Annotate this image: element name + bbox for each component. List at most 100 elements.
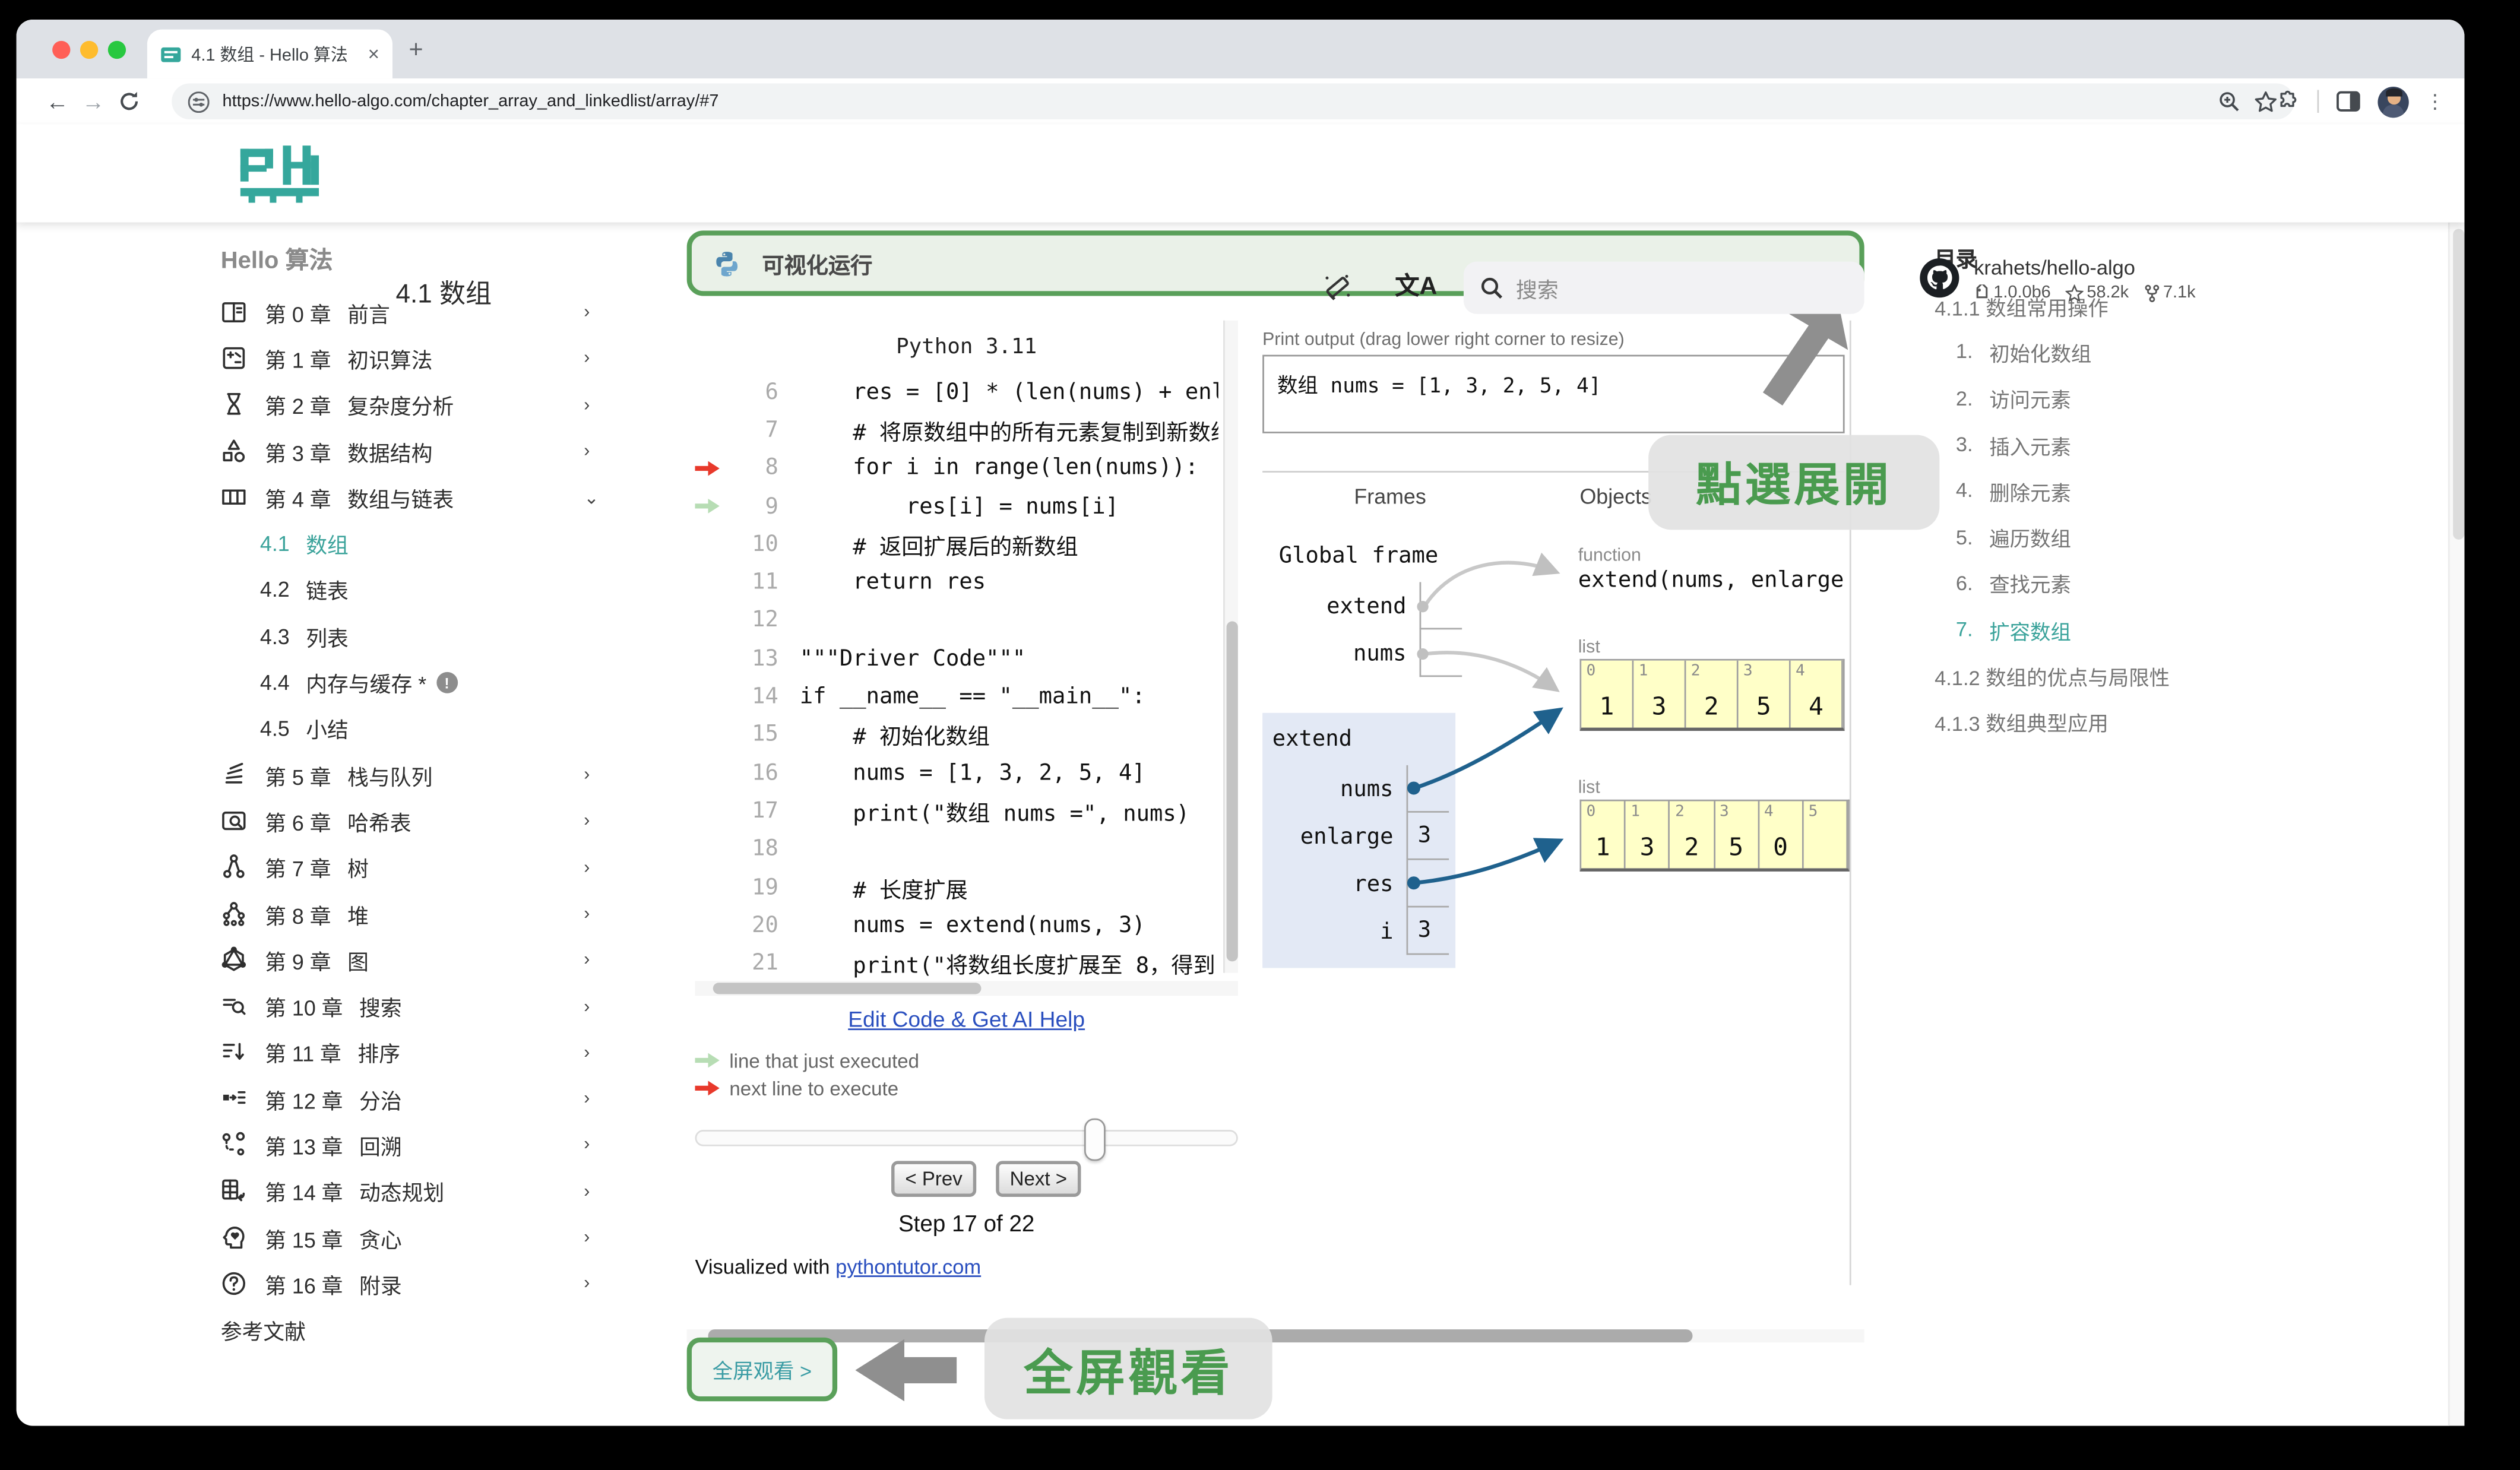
chevron-right-icon[interactable]: › [584, 303, 590, 322]
sidebar-chapter-第 6 章[interactable]: 第 6 章哈希表› [221, 799, 646, 845]
prev-button[interactable]: < Prev [891, 1161, 976, 1197]
github-stars: 58.2k [2066, 283, 2129, 302]
toc-item[interactable]: 2.访问元素 [1935, 375, 2262, 422]
sidebar-item-references[interactable]: 参考文献 [221, 1307, 646, 1354]
code-line: 21 print("将数组长度扩展至 8，得到 nums =", nums) [695, 944, 1218, 982]
nav-item-number: 4.3 [260, 624, 290, 648]
sidebar-item-4.1[interactable]: 4.1数组 [221, 521, 646, 567]
chevron-right-icon[interactable]: › [584, 395, 590, 415]
side-panel-icon[interactable] [2335, 88, 2361, 115]
translate-icon[interactable]: 文A [1395, 268, 1437, 303]
new-tab-button[interactable]: + [409, 36, 423, 64]
github-widget[interactable]: krahets/hello-algo 1.0.0b6 58.2k [1919, 256, 2196, 302]
tab-strip: 4.1 数组 - Hello 算法 × + [17, 20, 2465, 78]
maximize-window-button[interactable] [108, 41, 126, 59]
cell-value: 1 [1581, 692, 1632, 721]
tab-close-icon[interactable]: × [368, 43, 379, 66]
search-box[interactable]: 搜索 [1464, 262, 1864, 314]
browser-tab[interactable]: 4.1 数组 - Hello 算法 × [147, 30, 392, 79]
theme-brush-icon[interactable] [1321, 270, 1354, 302]
nav-item-number: 第 1 章 [265, 343, 331, 374]
chevron-right-icon[interactable]: › [584, 951, 590, 970]
chevron-right-icon[interactable]: › [584, 442, 590, 461]
sidebar-chapter-第 16 章[interactable]: 第 16 章附录› [221, 1261, 646, 1307]
chevron-right-icon[interactable]: › [584, 812, 590, 831]
chevron-right-icon[interactable]: › [584, 1228, 590, 1248]
list-object[interactable]: 0 11 32 23 54 05 [1579, 800, 1849, 872]
chevron-right-icon[interactable]: › [584, 997, 590, 1016]
toc-item[interactable]: 4.1.3 数组典型应用 [1935, 699, 2262, 746]
url-text[interactable]: https://www.hello-algo.com/chapter_array… [223, 91, 2205, 111]
nav-item-number: 第 10 章 [265, 991, 343, 1022]
code-horizontal-scrollbar[interactable] [695, 981, 1237, 996]
pointer-arrows [1407, 540, 1587, 932]
sidebar-chapter-第 10 章[interactable]: 第 10 章搜索› [221, 983, 646, 1029]
function-object[interactable]: extend(nums, enlarge) [1578, 568, 1845, 594]
chevron-right-icon[interactable]: › [584, 349, 590, 369]
toc-item[interactable]: 1.初始化数组 [1935, 329, 2262, 375]
next-button[interactable]: Next > [996, 1161, 1081, 1197]
sidebar-chapter-第 15 章[interactable]: 第 15 章贪心› [221, 1215, 646, 1261]
close-window-button[interactable] [52, 41, 70, 59]
sidebar-chapter-第 12 章[interactable]: 第 12 章分治› [221, 1076, 646, 1122]
chevron-right-icon[interactable]: › [584, 1136, 590, 1155]
sidebar-chapter-第 8 章[interactable]: 第 8 章堆› [221, 891, 646, 937]
browser-menu-icon[interactable]: ⋮ [2425, 98, 2445, 104]
nav-item-number: 第 7 章 [265, 852, 331, 883]
nav-item-number: 第 11 章 [265, 1037, 341, 1068]
step-slider[interactable] [695, 1130, 1237, 1146]
sidebar-chapter-第 2 章[interactable]: 第 2 章复杂度分析› [221, 382, 646, 428]
chevron-right-icon[interactable]: › [584, 1043, 590, 1063]
code-text: print("数组 nums =", nums) [800, 794, 1218, 827]
toc-item[interactable]: 7.扩容数组 [1935, 607, 2262, 653]
profile-avatar[interactable] [2377, 86, 2408, 117]
page-scrollbar[interactable] [2448, 223, 2465, 1426]
sidebar-item-4.3[interactable]: 4.3列表 [221, 613, 646, 660]
page-scroll-thumb[interactable] [2452, 229, 2464, 540]
fullscreen-hint-text: 全屏觀看 [1024, 1333, 1233, 1405]
visualized-with: Visualized with pythontutor.com [695, 1256, 981, 1279]
sidebar-item-4.4[interactable]: 4.4内存与缓存 *! [221, 660, 646, 706]
sidebar-chapter-第 11 章[interactable]: 第 11 章排序› [221, 1029, 646, 1076]
sidebar-chapter-第 4 章[interactable]: 第 4 章数组与链表⌄ [221, 474, 646, 521]
hashmap-icon [221, 807, 249, 835]
hello-algo-logo[interactable] [237, 145, 322, 204]
url-bar[interactable]: https://www.hello-algo.com/chapter_array… [172, 83, 2294, 119]
toc-item[interactable]: 4.1.2 数组的优点与局限性 [1935, 653, 2262, 699]
chevron-right-icon[interactable]: › [584, 1182, 590, 1202]
toc-item[interactable]: 5.遍历数组 [1935, 514, 2262, 560]
code-vertical-scrollbar[interactable] [1223, 321, 1238, 973]
forward-icon[interactable]: → [75, 88, 112, 115]
sidebar-chapter-第 5 章[interactable]: 第 5 章栈与队列› [221, 752, 646, 799]
sidebar-chapter-第 13 章[interactable]: 第 13 章回溯› [221, 1122, 646, 1168]
sidebar-chapter-第 3 章[interactable]: 第 3 章数据结构› [221, 428, 646, 474]
code-vscroll-thumb[interactable] [1227, 622, 1238, 962]
toc-item[interactable]: 6.查找元素 [1935, 560, 2262, 607]
sidebar-item-4.5[interactable]: 4.5小结 [221, 706, 646, 752]
chevron-right-icon[interactable]: › [584, 858, 590, 877]
fullscreen-button[interactable]: 全屏观看 > [687, 1338, 837, 1401]
toc-item[interactable]: 4.删除元素 [1935, 468, 2262, 514]
chevron-down-icon[interactable]: ⌄ [584, 487, 599, 508]
toc-item[interactable]: 3.插入元素 [1935, 422, 2262, 468]
sidebar-chapter-第 1 章[interactable]: 第 1 章初识算法› [221, 335, 646, 382]
code-hscroll-thumb[interactable] [713, 983, 982, 994]
zoom-page-icon[interactable] [2218, 90, 2241, 113]
extensions-icon[interactable] [2275, 88, 2301, 115]
sidebar-item-4.2[interactable]: 4.2链表 [221, 567, 646, 613]
list-object[interactable]: 0 11 32 23 54 4 [1579, 659, 1844, 731]
minimize-window-button[interactable] [80, 41, 98, 59]
chevron-right-icon[interactable]: › [584, 1274, 590, 1294]
edit-code-link[interactable]: Edit Code & Get AI Help [695, 1008, 1237, 1032]
reload-icon[interactable] [111, 90, 147, 113]
sidebar-chapter-第 14 章[interactable]: 第 14 章动态规划› [221, 1168, 646, 1215]
pythontutor-link[interactable]: pythontutor.com [835, 1256, 981, 1279]
step-slider-thumb[interactable] [1084, 1119, 1106, 1161]
chevron-right-icon[interactable]: › [584, 904, 590, 924]
sidebar-chapter-第 9 章[interactable]: 第 9 章图› [221, 937, 646, 984]
back-icon[interactable]: ← [39, 88, 75, 115]
chevron-right-icon[interactable]: › [584, 1089, 590, 1109]
chevron-right-icon[interactable]: › [584, 765, 590, 785]
sidebar-chapter-第 7 章[interactable]: 第 7 章树› [221, 845, 646, 891]
site-info-icon[interactable] [188, 91, 210, 112]
